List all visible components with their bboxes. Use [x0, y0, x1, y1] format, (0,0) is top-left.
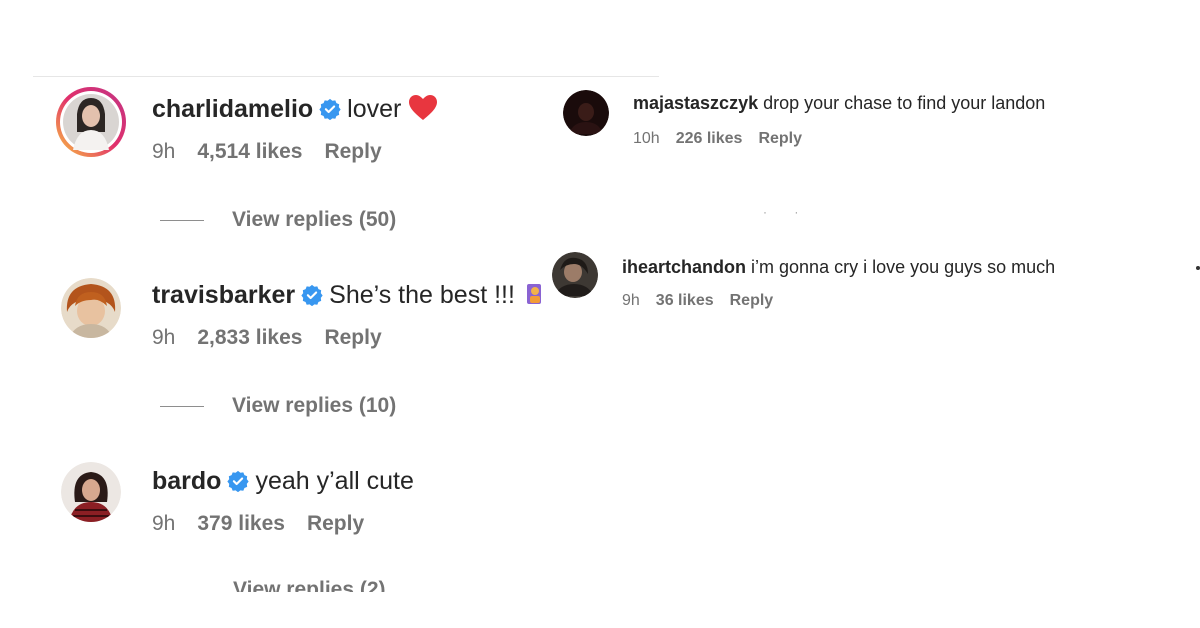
- comment-likes[interactable]: 379 likes: [197, 512, 285, 535]
- verified-badge-icon: [319, 97, 341, 127]
- emoji-icon: [525, 281, 545, 314]
- comment-text-row: majastaszczyk drop your chase to find yo…: [633, 92, 1045, 114]
- comment-meta: 9h 36 likes Reply: [622, 292, 789, 310]
- comment-username[interactable]: bardo: [152, 467, 221, 495]
- comment-time: 10h: [633, 130, 660, 147]
- reply-button[interactable]: Reply: [730, 292, 774, 309]
- view-replies-line: [160, 219, 204, 221]
- comment-text-row: charlidamelio lover: [152, 94, 438, 128]
- comment-username[interactable]: charlidamelio: [152, 95, 313, 123]
- red-heart-emoji: [409, 95, 438, 128]
- comment-username[interactable]: iheartchandon: [622, 257, 746, 277]
- comment-text-row: bardo yeah y’all cute: [152, 466, 414, 499]
- view-replies-button-cut[interactable]: View replies (2): [233, 578, 386, 592]
- comment-username[interactable]: majastaszczyk: [633, 93, 758, 113]
- view-replies-label: View replies (50): [232, 208, 397, 231]
- comment-meta: 10h 226 likes Reply: [633, 130, 818, 148]
- comments-panel-left: charlidamelio lover 9h 4,514 likes Reply Vi…: [0, 0, 660, 628]
- reply-button[interactable]: Reply: [324, 326, 381, 349]
- view-replies-button[interactable]: View replies (10): [160, 394, 396, 418]
- comment-likes[interactable]: 2,833 likes: [197, 326, 302, 349]
- comment-text: drop your chase to find your landon: [763, 93, 1046, 113]
- cropped-text-fragment: · ·: [763, 205, 811, 219]
- comment-text: lover: [347, 95, 402, 123]
- verified-badge-icon: [301, 283, 323, 313]
- reply-button[interactable]: Reply: [307, 512, 364, 535]
- avatar[interactable]: [552, 252, 598, 298]
- view-replies-button[interactable]: View replies (50): [160, 208, 396, 232]
- comment-text: i’m gonna cry i love you guys so much: [751, 257, 1056, 277]
- comment-text-row: travisbarker She’s the best !!!: [152, 280, 545, 314]
- comment-meta: 9h 4,514 likes Reply: [152, 140, 404, 164]
- view-replies-label: View replies (10): [232, 394, 397, 417]
- comment-meta: 9h 2,833 likes Reply: [152, 326, 404, 350]
- comment-likes[interactable]: 36 likes: [656, 292, 714, 309]
- edge-dot: [1196, 266, 1200, 270]
- comment-text: She’s the best !!!: [329, 281, 515, 309]
- avatar-story-ring[interactable]: [55, 86, 127, 158]
- verified-badge-icon: [227, 469, 250, 499]
- comment-meta: 9h 379 likes Reply: [152, 512, 386, 536]
- comment-time: 9h: [152, 140, 176, 163]
- avatar[interactable]: [61, 462, 121, 522]
- comment-likes[interactable]: 226 likes: [676, 130, 743, 147]
- avatar[interactable]: [563, 90, 609, 136]
- view-replies-label: View replies (2): [233, 578, 386, 592]
- comment-text-row: iheartchandon i’m gonna cry i love you g…: [622, 256, 1055, 278]
- reply-button[interactable]: Reply: [324, 140, 381, 163]
- avatar[interactable]: [61, 278, 121, 338]
- reply-button[interactable]: Reply: [758, 130, 802, 147]
- view-replies-line: [160, 405, 204, 407]
- comment-likes[interactable]: 4,514 likes: [197, 140, 302, 163]
- comment-text: yeah y’all cute: [255, 467, 414, 495]
- comment-time: 9h: [152, 512, 176, 535]
- comment-username[interactable]: travisbarker: [152, 281, 295, 309]
- comment-time: 9h: [622, 292, 640, 309]
- comment-time: 9h: [152, 326, 176, 349]
